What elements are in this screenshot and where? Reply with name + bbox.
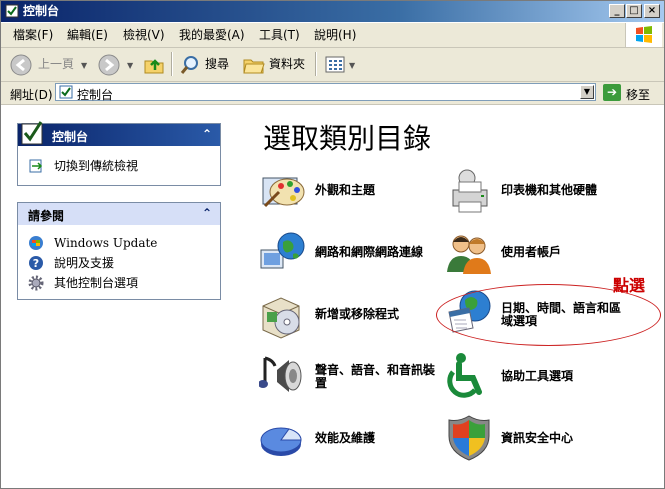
minimize-button[interactable]: _ (609, 4, 625, 18)
category-appearance-themes[interactable]: 外觀和主題 (259, 168, 439, 220)
menu-tools[interactable]: 工具(T) (259, 28, 300, 42)
category-label: 使用者帳戶 (501, 245, 562, 259)
forward-dropdown-icon[interactable]: ▼ (127, 59, 133, 73)
speaker-music-icon (259, 356, 302, 392)
control-panel-box-title: 控制台 (52, 130, 89, 144)
category-label: 新增或移除程式 (315, 307, 400, 321)
menu-bar: 檔案(F) 編輯(E) 檢視(V) 我的最愛(A) 工具(T) 說明(H) (1, 23, 664, 48)
pie-chart-icon (260, 427, 302, 456)
folders-icon[interactable] (242, 51, 266, 77)
control-panel-icon (5, 4, 19, 18)
category-label: 效能及維護 (315, 431, 376, 445)
folders-label[interactable]: 資料夾 (269, 57, 305, 71)
windows-logo (625, 23, 662, 47)
toolbar-separator (315, 52, 317, 76)
control-panel-box: 控制台 ⌃ 切換到傳統檢視 (17, 121, 221, 186)
menu-help[interactable]: 說明(H) (314, 28, 356, 42)
cd-box-icon (262, 297, 300, 339)
control-panel-large-icon (21, 121, 43, 145)
other-options-label: 其他控制台選項 (54, 276, 139, 290)
menu-file[interactable]: 檔案(F) (13, 28, 53, 42)
address-dropdown-icon[interactable]: ▼ (580, 85, 594, 99)
category-label: 聲音、語音、和音訊裝置 (315, 363, 436, 390)
category-label: 外觀和主題 (315, 183, 376, 197)
search-icon[interactable] (178, 51, 202, 77)
users-icon (447, 235, 491, 274)
collapse-chevron-icon[interactable]: ⌃ (202, 127, 212, 141)
toolbar: 上一頁 ▼ ▼ 搜尋 資料夾 ▼ (1, 48, 664, 82)
switch-classic-view-label: 切換到傳統檢視 (54, 159, 139, 173)
category-sounds-audio[interactable]: 聲音、語音、和音訊裝置 (259, 352, 439, 404)
window-title: 控制台 (23, 4, 60, 18)
network-globe-icon (260, 232, 305, 269)
svg-text:?: ? (33, 257, 39, 270)
menu-edit[interactable]: 編輯(E) (67, 28, 108, 42)
back-label[interactable]: 上一頁 (38, 57, 74, 71)
category-performance-maintenance[interactable]: 效能及維護 (259, 414, 439, 466)
help-support-label: 說明及支援 (54, 256, 115, 270)
category-user-accounts[interactable]: 使用者帳戶 (445, 230, 625, 282)
control-panel-box-header[interactable]: 控制台 ⌃ (18, 124, 220, 146)
category-add-remove-programs[interactable]: 新增或移除程式 (259, 292, 439, 344)
go-arrow-icon[interactable]: ➔ (603, 84, 621, 101)
see-also-title: 請參閱 (28, 209, 65, 223)
windows-update-label: Windows Update (54, 236, 158, 250)
gear-icon (28, 275, 44, 291)
category-network-internet[interactable]: 網路和網際網路連線 (259, 230, 439, 282)
control-panel-icon (59, 85, 73, 99)
go-label[interactable]: 移至 (626, 86, 650, 103)
category-label: 資訊安全中心 (501, 431, 574, 445)
search-label[interactable]: 搜尋 (205, 57, 229, 71)
see-also-box: 請參閱 ⌃ Windows Update ? 說明及支援 其他控制台選項 (17, 202, 221, 300)
back-dropdown-icon[interactable]: ▼ (81, 59, 87, 73)
windows-flag-icon (636, 26, 652, 43)
click-annotation: 點選 (613, 276, 646, 295)
toolbar-separator (171, 52, 173, 76)
collapse-chevron-icon[interactable]: ⌃ (202, 206, 212, 220)
up-folder-icon[interactable] (142, 51, 166, 77)
menu-view[interactable]: 檢視(V) (123, 28, 165, 42)
category-security-center[interactable]: 資訊安全中心 (445, 414, 625, 466)
category-accessibility[interactable]: 協助工具選項 (445, 352, 625, 404)
views-dropdown-icon[interactable]: ▼ (349, 59, 355, 73)
close-button[interactable]: × (644, 4, 660, 18)
accessibility-icon (447, 353, 482, 398)
category-label: 網路和網際網路連線 (315, 245, 424, 259)
see-also-header[interactable]: 請參閱 ⌃ (18, 203, 220, 225)
address-label: 網址(D) (10, 88, 53, 102)
switch-view-icon (29, 159, 43, 173)
address-input[interactable]: 控制台 ▼ (55, 83, 596, 102)
windows-update-icon (29, 236, 43, 250)
help-icon: ? (29, 256, 43, 270)
shield-icon (448, 415, 490, 461)
category-printers-hardware[interactable]: 印表機和其他硬體 (445, 168, 625, 220)
page-title: 選取類別目錄 (263, 122, 432, 155)
forward-arrow-icon[interactable] (97, 51, 121, 77)
category-label: 印表機和其他硬體 (501, 183, 598, 197)
address-bar: 網址(D) 控制台 ▼ ➔ 移至 (1, 82, 664, 105)
back-arrow-icon[interactable] (9, 51, 33, 77)
views-icon[interactable] (323, 51, 347, 77)
category-label: 協助工具選項 (501, 369, 574, 383)
menu-favorites[interactable]: 我的最愛(A) (179, 28, 245, 42)
printer-icon (452, 169, 488, 213)
title-bar[interactable]: 控制台 _ □ × (1, 1, 664, 22)
palette-icon (262, 177, 305, 208)
control-panel-window: 控制台 _ □ × 檔案(F) 編輯(E) 檢視(V) 我的最愛(A) 工具(T… (0, 0, 665, 489)
maximize-button[interactable]: □ (626, 4, 642, 18)
address-value: 控制台 (77, 88, 114, 102)
